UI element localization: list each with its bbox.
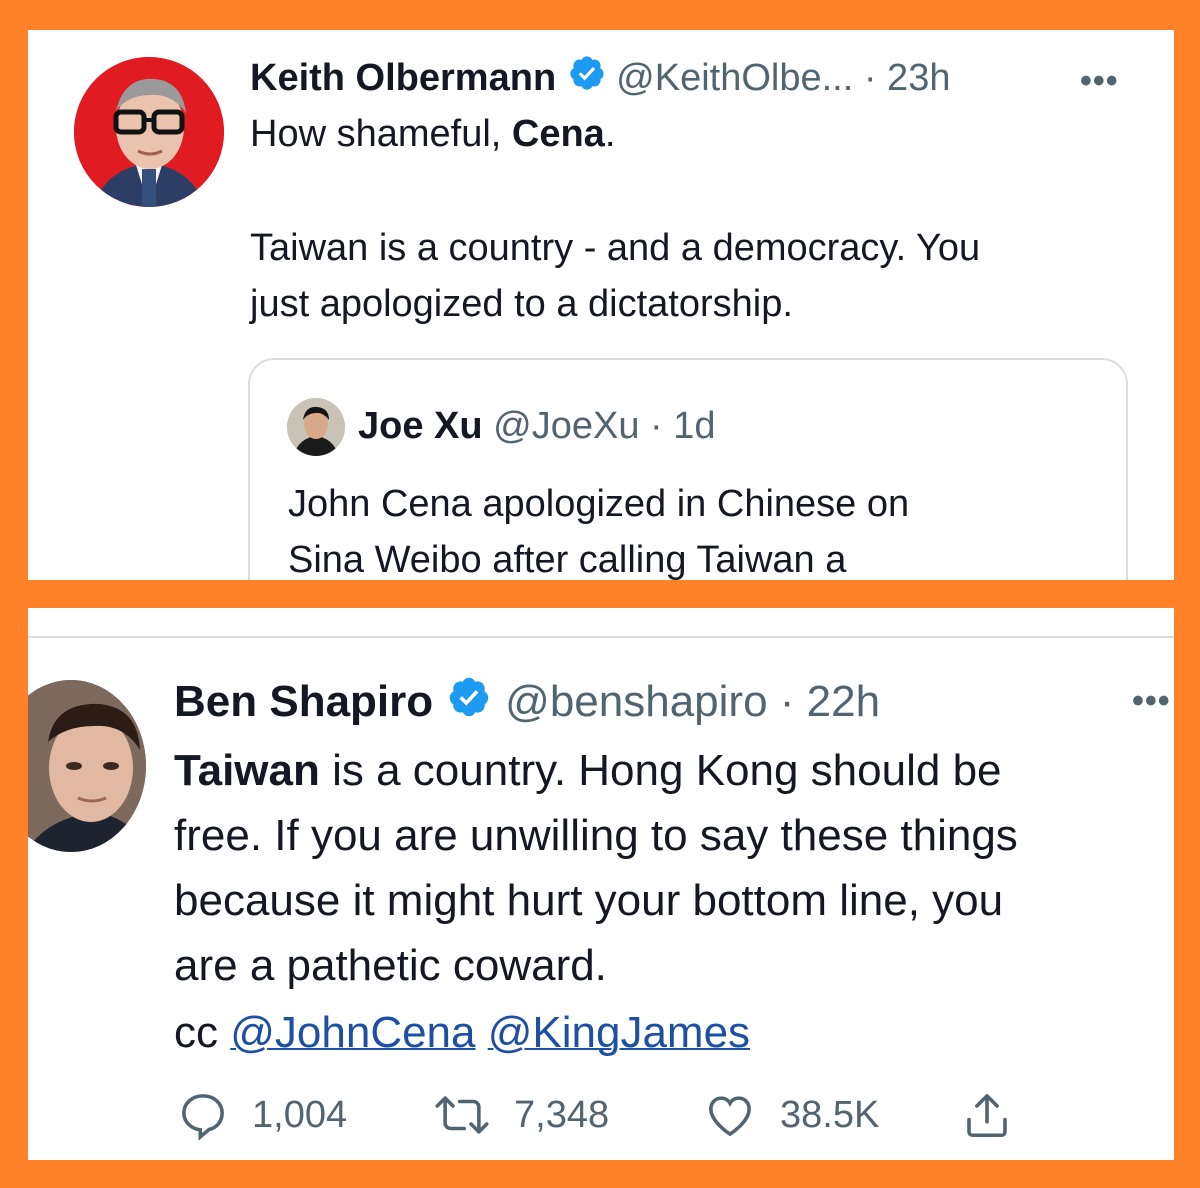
tweet-text-line: are a pathetic coward.	[174, 941, 607, 990]
more-dots-icon[interactable]: •••	[1132, 682, 1171, 721]
quoted-tweet-text: John Cena apologized in Chinese on Sina …	[288, 476, 1088, 580]
tweet-text-line: John Cena apologized in Chinese on	[288, 483, 910, 525]
quoted-tweet[interactable]: Joe Xu @JoeXu · 1d John Cena apologized …	[248, 358, 1128, 580]
divider	[28, 636, 1174, 638]
retweet-count: 7,348	[514, 1093, 610, 1136]
cc-line: cc @JohnCena @KingJames	[174, 1006, 750, 1060]
reply-count: 1,004	[252, 1093, 348, 1136]
avatar[interactable]	[28, 680, 146, 852]
more-dots-icon[interactable]: •••	[1080, 62, 1119, 101]
handle-time[interactable]: @JoeXu · 1d	[493, 405, 715, 447]
tweet-card-top: Keith Olbermann @KeithOlbe... · 23h ••• …	[28, 30, 1174, 580]
tweet-text-line: free. If you are unwilling to say these …	[174, 811, 1018, 860]
text-segment: How shameful,	[250, 113, 512, 155]
like-count: 38.5K	[780, 1093, 880, 1136]
handle-time[interactable]: @benshapiro · 22h	[505, 678, 880, 726]
retweet-icon	[435, 1096, 489, 1134]
author-name[interactable]: Joe Xu	[358, 405, 483, 447]
author-name[interactable]: Keith Olbermann	[250, 56, 556, 100]
mention-link[interactable]: @JohnCena	[230, 1008, 475, 1057]
verified-badge-icon	[447, 675, 491, 729]
tweet-text-line: How shameful, Cena.	[250, 106, 615, 162]
tweet-text-line: Taiwan is a country - and a democracy. Y…	[250, 227, 981, 269]
text-segment: .	[604, 113, 616, 155]
avatar-image	[287, 398, 345, 456]
avatar[interactable]	[287, 398, 345, 456]
cc-label: cc	[174, 1008, 231, 1057]
share-button[interactable]	[960, 1088, 1014, 1142]
bold-text: Taiwan	[174, 746, 320, 795]
reply-icon	[182, 1094, 224, 1141]
avatar[interactable]	[74, 57, 224, 207]
verified-badge-icon	[568, 54, 606, 102]
retweet-button[interactable]: 7,348	[432, 1088, 609, 1142]
quoted-tweet-header: Joe Xu @JoeXu · 1d	[358, 404, 716, 448]
mention-link[interactable]: @KingJames	[488, 1008, 750, 1057]
handle-time[interactable]: @KeithOlbe... · 23h	[616, 56, 950, 100]
tweet-header: Ben Shapiro @benshapiro · 22h	[174, 678, 880, 726]
avatar-image	[28, 680, 146, 852]
tweet-text-line: Taiwan is a country. Hong Kong should be	[174, 738, 1174, 803]
tweet-card-bottom: Ben Shapiro @benshapiro · 22h ••• Taiwan…	[28, 608, 1174, 1160]
text-segment: is a country. Hong Kong should be	[319, 746, 1002, 795]
tweet-text-line: just apologized to a dictatorship.	[250, 283, 793, 325]
heart-icon	[709, 1096, 751, 1137]
tweet-text-line: Sina Weibo after calling Taiwan a	[288, 539, 847, 580]
share-icon	[967, 1094, 1007, 1138]
tweet-header: Keith Olbermann @KeithOlbe... · 23h	[250, 56, 950, 100]
tweet-body: Taiwan is a country. Hong Kong should be…	[174, 738, 1174, 998]
author-name[interactable]: Ben Shapiro	[174, 678, 433, 726]
avatar-image	[74, 57, 224, 207]
reply-button[interactable]: 1,004	[176, 1088, 347, 1142]
tweet-body: Taiwan is a country - and a democracy. Y…	[250, 220, 1150, 332]
tweet-text-line: because it might hurt your bottom line, …	[174, 876, 1004, 925]
bold-text: Cena	[511, 113, 605, 155]
like-button[interactable]: 38.5K	[702, 1088, 879, 1142]
